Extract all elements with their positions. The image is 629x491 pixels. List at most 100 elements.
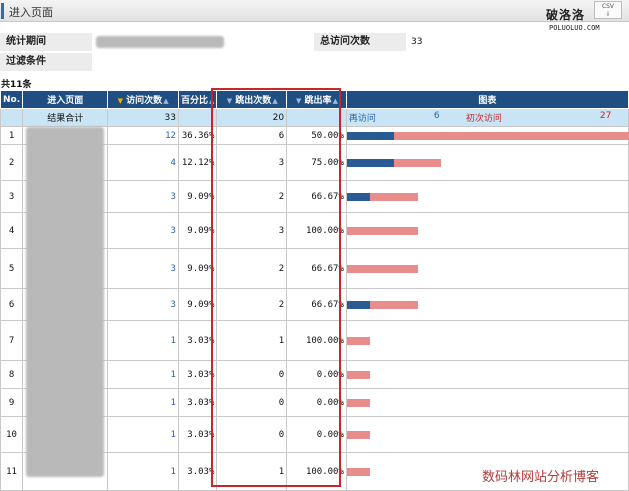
bar-first-visit	[346, 370, 370, 379]
summary-row: 结果合计 33 20 再访问 6 初次访问 27	[0, 108, 629, 127]
col-header-percent[interactable]: 百分比▲	[177, 90, 218, 109]
row-bounces: 2	[216, 288, 288, 321]
row-visits-link[interactable]: 12	[107, 126, 179, 145]
watermark-logo: 破洛洛	[546, 8, 586, 22]
total-visits-label: 总访问次数	[314, 33, 406, 51]
chart-legend: 再访问 6 初次访问 27	[345, 108, 629, 127]
sort-asc-icon: ▲	[332, 97, 338, 105]
row-bounce-rate: 100.00%	[286, 320, 347, 361]
row-bounces: 0	[216, 388, 288, 417]
row-visits-link[interactable]: 4	[107, 144, 179, 181]
sort-asc-icon: ▲	[163, 97, 169, 105]
row-bounce-rate: 100.00%	[286, 212, 347, 249]
page-header: 进入页面	[0, 0, 629, 22]
row-no: 10	[0, 416, 24, 453]
row-bounces: 0	[216, 416, 288, 453]
filter-condition-label: 过滤条件	[0, 53, 92, 71]
summary-label: 结果合计	[22, 108, 109, 127]
row-visits-link[interactable]: 3	[107, 180, 179, 213]
row-percent: 3.03%	[177, 416, 218, 453]
watermark-blog: 数码林网站分析博客	[482, 470, 600, 485]
row-bounce-rate: 0.00%	[286, 388, 347, 417]
row-bounces: 3	[216, 144, 288, 181]
bar-return-visit	[346, 158, 394, 167]
sort-desc-icon: ▼	[226, 97, 233, 105]
row-visits-link[interactable]: 1	[107, 360, 179, 389]
row-bounces: 3	[216, 212, 288, 249]
summary-bounces: 20	[216, 108, 288, 127]
row-chart	[345, 248, 629, 289]
bar-first-visit	[346, 264, 418, 273]
row-no: 1	[0, 126, 24, 145]
bar-return-visit	[346, 131, 394, 140]
row-bounce-rate: 66.67%	[286, 288, 347, 321]
row-chart	[345, 180, 629, 213]
row-no: 9	[0, 388, 24, 417]
result-count: 共11条	[1, 80, 32, 90]
header-accent	[1, 3, 4, 19]
summary-visits: 33	[107, 108, 179, 127]
bar-return-visit	[346, 300, 370, 309]
row-percent: 36.36%	[177, 126, 218, 145]
row-no: 2	[0, 144, 24, 181]
col-header-visits[interactable]: ▼ 访问次数▲	[107, 90, 179, 109]
row-percent: 9.09%	[177, 288, 218, 321]
row-bounce-rate: 50.00%	[286, 126, 347, 145]
row-bounces: 1	[216, 320, 288, 361]
col-header-no[interactable]: No.	[0, 90, 24, 109]
row-no: 6	[0, 288, 24, 321]
bar-first-visit	[346, 398, 370, 407]
row-bounce-rate: 0.00%	[286, 360, 347, 389]
period-value-redacted	[96, 36, 224, 48]
row-percent: 3.03%	[177, 388, 218, 417]
bar-first-visit	[346, 467, 370, 476]
csv-label: CSV	[601, 3, 615, 10]
sort-desc-icon: ▼	[296, 97, 302, 105]
row-visits-link[interactable]: 3	[107, 212, 179, 249]
row-no: 11	[0, 452, 24, 491]
row-bounces: 1	[216, 452, 288, 491]
bar-first-visit	[346, 336, 370, 345]
row-no: 5	[0, 248, 24, 289]
row-bounce-rate: 75.00%	[286, 144, 347, 181]
col-header-bounce-rate[interactable]: ▼ 跳出率▲	[286, 90, 347, 109]
col-header-bounces[interactable]: ▼ 跳出次数▲	[216, 90, 288, 109]
row-percent: 9.09%	[177, 212, 218, 249]
total-visits-value: 33	[411, 37, 423, 47]
row-no: 4	[0, 212, 24, 249]
sort-asc-icon: ▲	[208, 97, 215, 105]
row-chart	[345, 288, 629, 321]
bar-first-visit	[346, 226, 418, 235]
row-percent: 9.09%	[177, 180, 218, 213]
row-visits-link[interactable]: 1	[107, 388, 179, 417]
download-arrow-icon: ⇩	[605, 11, 611, 18]
sort-asc-icon: ▲	[272, 97, 278, 105]
bar-return-visit	[346, 192, 370, 201]
row-percent: 3.03%	[177, 452, 218, 491]
row-visits-link[interactable]: 1	[107, 320, 179, 361]
csv-export-button[interactable]: CSV ⇩	[594, 1, 622, 19]
row-percent: 3.03%	[177, 320, 218, 361]
legend-return-value: 6	[433, 111, 440, 121]
col-header-page[interactable]: 进入页面	[22, 90, 109, 109]
row-chart	[345, 144, 629, 181]
table-header-row: No. 进入页面 ▼ 访问次数▲ 百分比▲ ▼ 跳出次数▲ ▼ 跳出率▲ 图表	[0, 90, 629, 109]
row-chart	[345, 212, 629, 249]
page-names-redacted	[26, 127, 104, 477]
row-visits-link[interactable]: 3	[107, 248, 179, 289]
row-percent: 3.03%	[177, 360, 218, 389]
row-visits-link[interactable]: 1	[107, 416, 179, 453]
row-no: 8	[0, 360, 24, 389]
sort-desc-icon: ▼	[117, 97, 124, 105]
col-header-chart: 图表	[345, 90, 629, 109]
legend-first-value: 27	[599, 111, 612, 121]
row-bounce-rate: 66.67%	[286, 180, 347, 213]
row-bounces: 0	[216, 360, 288, 389]
legend-return-label: 再访问	[348, 114, 376, 124]
row-visits-link[interactable]: 3	[107, 288, 179, 321]
row-visits-link[interactable]: 1	[107, 452, 179, 491]
row-percent: 12.12%	[177, 144, 218, 181]
row-bounce-rate: 100.00%	[286, 452, 347, 491]
row-bounces: 6	[216, 126, 288, 145]
row-chart	[345, 320, 629, 361]
